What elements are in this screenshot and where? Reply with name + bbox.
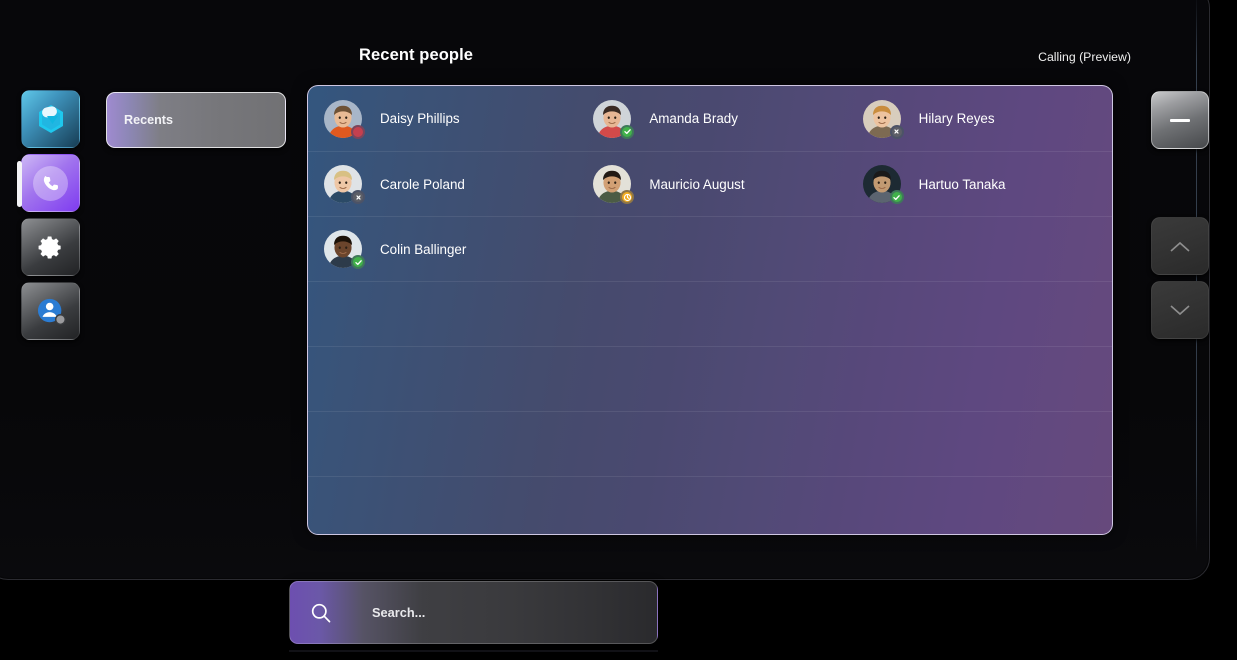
presence-badge-available: [620, 124, 635, 139]
active-indicator-bar: [17, 161, 22, 207]
scroll-down-button[interactable]: [1151, 281, 1209, 339]
contact-row: [308, 476, 1112, 534]
contact-name: Daisy Phillips: [380, 111, 460, 126]
contact-slot-empty: [847, 282, 1112, 346]
contact-slot-empty: [847, 347, 1112, 411]
contact-item[interactable]: Hilary Reyes: [847, 86, 1112, 151]
contact-row: [308, 411, 1112, 476]
contact-slot-empty: [847, 412, 1112, 476]
contact-item[interactable]: Amanda Brady: [577, 86, 846, 151]
contact-name: Mauricio August: [649, 176, 745, 192]
search-placeholder: Search...: [372, 605, 426, 620]
avatar: [862, 99, 904, 139]
presence-badge-offline: [351, 190, 365, 204]
contact-slot-empty: [308, 412, 577, 476]
presence-badge-busy: [351, 124, 365, 139]
contact-name: Colin Ballinger: [380, 241, 467, 257]
rail-item-teams-app[interactable]: [21, 90, 80, 148]
left-nav-rail: [17, 90, 81, 346]
contact-slot-empty: [847, 217, 1112, 281]
minimize-icon: [1170, 118, 1190, 122]
contact-row: Carole Poland Mauricio August Hartuo Tanak…: [308, 151, 1112, 216]
presence-badge-available: [889, 190, 904, 204]
phone-icon: [43, 175, 58, 190]
filter-recents-button[interactable]: Recents: [106, 92, 286, 148]
chevron-down-icon: [1170, 304, 1190, 315]
avatar: [593, 165, 635, 204]
recent-people-panel: Daisy Phillips Amanda Brady Hilary Reyes Ca…: [307, 85, 1113, 535]
avatar: [593, 99, 635, 139]
contact-slot-empty: [577, 347, 846, 411]
phone-icon-circle: [33, 165, 68, 201]
presence-badge-available: [351, 255, 365, 269]
contact-row: [308, 281, 1112, 346]
contact-item[interactable]: Colin Ballinger: [308, 217, 577, 281]
presence-badge-away: [620, 190, 635, 204]
contact-slot-empty: [577, 477, 846, 534]
gear-icon: [38, 235, 61, 259]
contact-item[interactable]: Hartuo Tanaka: [847, 152, 1112, 216]
avatar: [324, 165, 365, 204]
contact-row: Daisy Phillips Amanda Brady Hilary Reyes: [308, 86, 1112, 151]
contact-name: Carole Poland: [380, 176, 465, 192]
rail-item-account[interactable]: [21, 282, 80, 340]
contact-slot-empty: [577, 282, 846, 346]
contact-item[interactable]: Mauricio August: [577, 152, 846, 216]
filter-recents-label: Recents: [124, 113, 173, 127]
person-avatar-icon: [37, 298, 66, 326]
screen-root: Recent people Calling (Preview) Recents …: [0, 0, 1237, 660]
rail-item-settings[interactable]: [21, 218, 80, 276]
presence-badge-offline: [889, 124, 904, 139]
search-bar-shadow: [289, 650, 658, 652]
contact-item[interactable]: Daisy Phillips: [308, 86, 577, 151]
minimize-button[interactable]: [1151, 91, 1209, 149]
teams-logo-icon: [38, 105, 63, 133]
contact-slot-empty: [847, 477, 1112, 534]
chevron-up-icon: [1170, 241, 1190, 252]
contact-rows: Daisy Phillips Amanda Brady Hilary Reyes Ca…: [308, 86, 1112, 534]
avatar: [862, 165, 904, 204]
contact-name: Amanda Brady: [649, 111, 738, 126]
contact-name: Hilary Reyes: [918, 111, 995, 126]
rail-item-calls[interactable]: [17, 154, 80, 212]
avatar: [324, 230, 365, 269]
search-icon: [311, 603, 331, 622]
contact-row: Colin Ballinger: [308, 216, 1112, 281]
contact-slot-empty: [577, 217, 846, 281]
search-bar[interactable]: Search...: [289, 581, 658, 644]
avatar: [324, 99, 365, 139]
contact-row: [308, 346, 1112, 411]
contact-slot-empty: [308, 477, 577, 534]
contact-slot-empty: [308, 282, 577, 346]
window-right-edge-highlight: [1196, 0, 1197, 553]
app-mode-label: Calling (Preview): [1038, 50, 1131, 64]
contact-slot-empty: [308, 347, 577, 411]
contact-slot-empty: [577, 412, 846, 476]
page-title: Recent people: [359, 46, 474, 64]
scroll-up-button[interactable]: [1151, 217, 1209, 275]
contact-item[interactable]: Carole Poland: [308, 152, 577, 216]
contact-name: Hartuo Tanaka: [918, 176, 1006, 192]
